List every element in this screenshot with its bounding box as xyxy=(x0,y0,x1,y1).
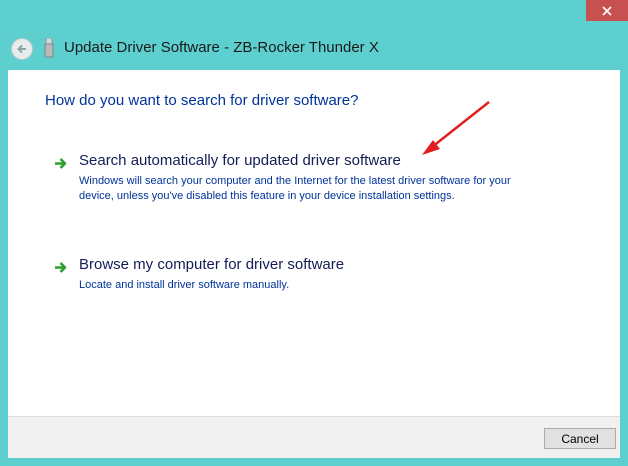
option-browse-computer[interactable]: Browse my computer for driver software L… xyxy=(54,256,534,296)
footer-bar: Cancel xyxy=(8,416,620,458)
window-title: Update Driver Software - ZB-Rocker Thund… xyxy=(64,39,379,56)
page-heading: How do you want to search for driver sof… xyxy=(45,92,359,109)
dialog-window: Update Driver Software - ZB-Rocker Thund… xyxy=(0,0,628,466)
option-description: Windows will search your computer and th… xyxy=(79,175,511,202)
option-title: Browse my computer for driver software xyxy=(79,256,345,273)
back-arrow-icon xyxy=(17,44,26,54)
close-button[interactable] xyxy=(586,0,628,21)
option-title: Search automatically for updated driver … xyxy=(79,152,401,169)
close-icon xyxy=(602,5,612,16)
green-arrow-icon xyxy=(55,158,67,169)
usb-device-icon xyxy=(44,38,54,58)
option-search-automatically[interactable]: Search automatically for updated driver … xyxy=(54,152,534,218)
title-bar: Update Driver Software - ZB-Rocker Thund… xyxy=(0,0,628,70)
content-panel: How do you want to search for driver sof… xyxy=(8,70,620,416)
cancel-button[interactable]: Cancel xyxy=(544,428,616,449)
green-arrow-icon xyxy=(55,262,67,273)
back-button[interactable] xyxy=(11,38,33,60)
option-description: Locate and install driver software manua… xyxy=(79,279,290,291)
